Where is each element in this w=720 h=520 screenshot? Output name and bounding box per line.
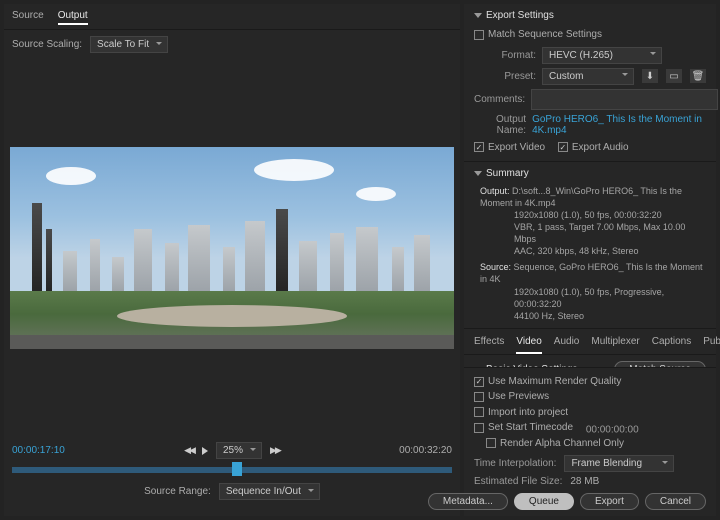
max-render-checkbox[interactable]: Use Maximum Render Quality xyxy=(474,376,621,387)
timecode-total: 00:00:32:20 xyxy=(399,445,452,456)
summary-title: Summary xyxy=(486,168,529,179)
tab-multiplexer[interactable]: Multiplexer xyxy=(591,333,639,354)
match-sequence-checkbox[interactable]: Match Sequence Settings xyxy=(474,29,602,40)
format-dropdown[interactable]: HEVC (H.265) xyxy=(542,47,662,64)
zoom-dropdown[interactable]: 25% xyxy=(216,442,262,459)
preset-dropdown[interactable]: Custom xyxy=(542,68,634,85)
time-interp-label: Time Interpolation: xyxy=(474,458,556,469)
use-previews-checkbox[interactable]: Use Previews xyxy=(474,391,549,402)
start-tc-value: 00:00:00:00 xyxy=(586,425,639,436)
timecode-current[interactable]: 00:00:17:10 xyxy=(12,445,65,456)
chevron-down-icon xyxy=(474,13,482,18)
export-settings-title: Export Settings xyxy=(486,10,554,21)
cloud xyxy=(254,159,334,181)
summary-output: Output: D:\soft...8_Win\GoPro HERO6_ Thi… xyxy=(480,185,706,258)
est-size-value: 28 MB xyxy=(570,476,599,487)
preview-road xyxy=(10,335,454,349)
cloud xyxy=(46,167,96,185)
output-name-label: Output Name: xyxy=(474,114,526,136)
playhead[interactable] xyxy=(232,462,242,476)
match-source-button[interactable]: Match Source xyxy=(614,361,706,368)
export-audio-checkbox[interactable]: Export Audio xyxy=(558,142,629,153)
set-start-tc-checkbox[interactable]: Set Start Timecode xyxy=(474,422,573,433)
import-preset-icon[interactable]: ▭ xyxy=(666,69,682,83)
summary-source: Source: Sequence, GoPro HERO6_ This Is t… xyxy=(480,261,706,322)
metadata-button[interactable]: Metadata... xyxy=(428,493,508,510)
comments-input[interactable] xyxy=(531,89,718,110)
time-interp-dropdown[interactable]: Frame Blending xyxy=(564,455,674,472)
play-icon[interactable] xyxy=(202,447,208,455)
tab-effects[interactable]: Effects xyxy=(474,333,504,354)
source-scaling-dropdown[interactable]: Scale To Fit xyxy=(90,36,168,53)
preview-plaza xyxy=(117,305,348,327)
video-preview[interactable] xyxy=(10,147,454,349)
est-size-label: Estimated File Size: xyxy=(474,476,562,487)
tab-publish[interactable]: Publish xyxy=(703,333,720,354)
tab-source[interactable]: Source xyxy=(12,8,44,25)
save-preset-icon[interactable]: ⬇ xyxy=(642,69,658,83)
queue-button[interactable]: Queue xyxy=(514,493,574,510)
comments-label: Comments: xyxy=(474,94,525,105)
import-project-checkbox[interactable]: Import into project xyxy=(474,407,568,418)
tab-output[interactable]: Output xyxy=(58,8,88,25)
preset-label: Preset: xyxy=(474,71,536,82)
rewind-icon[interactable]: ◀◀ xyxy=(184,445,194,456)
forward-icon[interactable]: ▶▶ xyxy=(270,445,280,456)
chevron-down-icon xyxy=(474,171,482,176)
tab-audio[interactable]: Audio xyxy=(554,333,580,354)
output-name-link[interactable]: GoPro HERO6_ This Is the Moment in 4K.mp… xyxy=(532,114,706,136)
source-scaling-label: Source Scaling: xyxy=(12,39,82,50)
timeline-scrubber[interactable] xyxy=(12,467,452,473)
tab-captions[interactable]: Captions xyxy=(652,333,691,354)
delete-preset-icon[interactable]: 🗑 xyxy=(690,69,706,83)
export-video-checkbox[interactable]: Export Video xyxy=(474,142,545,153)
format-label: Format: xyxy=(474,50,536,61)
cancel-button[interactable]: Cancel xyxy=(645,493,706,510)
render-alpha-checkbox[interactable]: Render Alpha Channel Only xyxy=(486,438,624,449)
source-range-label: Source Range: xyxy=(144,486,211,497)
skyline xyxy=(10,201,454,291)
source-range-dropdown[interactable]: Sequence In/Out xyxy=(219,483,320,500)
tab-video[interactable]: Video xyxy=(516,333,541,354)
export-button[interactable]: Export xyxy=(580,493,639,510)
